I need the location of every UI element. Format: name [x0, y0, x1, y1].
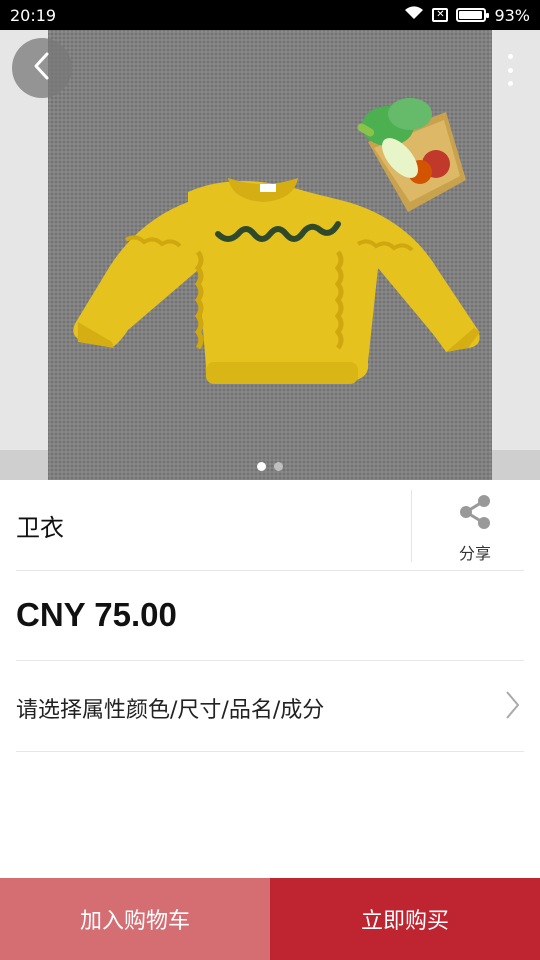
divider	[16, 660, 524, 661]
product-price: CNY 75.00	[16, 596, 177, 633]
battery-percent: 93%	[494, 5, 530, 25]
share-label: 分享	[458, 544, 491, 563]
status-bar: 20:19 ✕ 93%	[0, 0, 540, 30]
more-dot-icon	[507, 81, 513, 86]
carousel-dot[interactable]	[274, 462, 283, 471]
vegetable-basket-decoration	[357, 98, 466, 212]
battery-level	[459, 11, 482, 19]
wifi-icon	[404, 5, 424, 25]
share-button[interactable]: 分享	[430, 494, 520, 564]
carousel-dot-active[interactable]	[257, 462, 266, 471]
divider	[16, 570, 524, 571]
share-icon	[458, 494, 492, 534]
more-dot-icon	[507, 54, 513, 59]
chevron-right-icon	[504, 690, 520, 724]
buy-now-button[interactable]: 立即购买	[270, 878, 540, 960]
product-image-carousel[interactable]	[0, 30, 540, 480]
status-icons: ✕ 93%	[404, 5, 530, 25]
more-options-button[interactable]	[506, 54, 514, 86]
notification-x-icon: ✕	[432, 8, 449, 22]
carousel-indicator	[0, 462, 540, 471]
select-attributes-label: 请选择属性颜色/尺寸/品名/成分	[16, 698, 325, 723]
divider	[16, 751, 524, 752]
bottom-action-bar: 加入购物车 立即购买	[0, 878, 540, 960]
battery-icon	[456, 8, 490, 22]
back-button[interactable]	[12, 38, 72, 98]
share-divider	[411, 490, 412, 562]
product-title-row: 卫衣 分享	[0, 480, 540, 570]
product-photo	[48, 30, 492, 480]
select-attributes-row[interactable]: 请选择属性颜色/尺寸/品名/成分	[0, 662, 540, 750]
chevron-left-icon	[31, 51, 53, 85]
product-title: 卫衣	[16, 514, 64, 542]
yellow-sweater	[73, 178, 480, 384]
add-to-cart-button[interactable]: 加入购物车	[0, 878, 270, 960]
more-dot-icon	[507, 67, 513, 73]
status-time: 20:19	[10, 5, 57, 25]
